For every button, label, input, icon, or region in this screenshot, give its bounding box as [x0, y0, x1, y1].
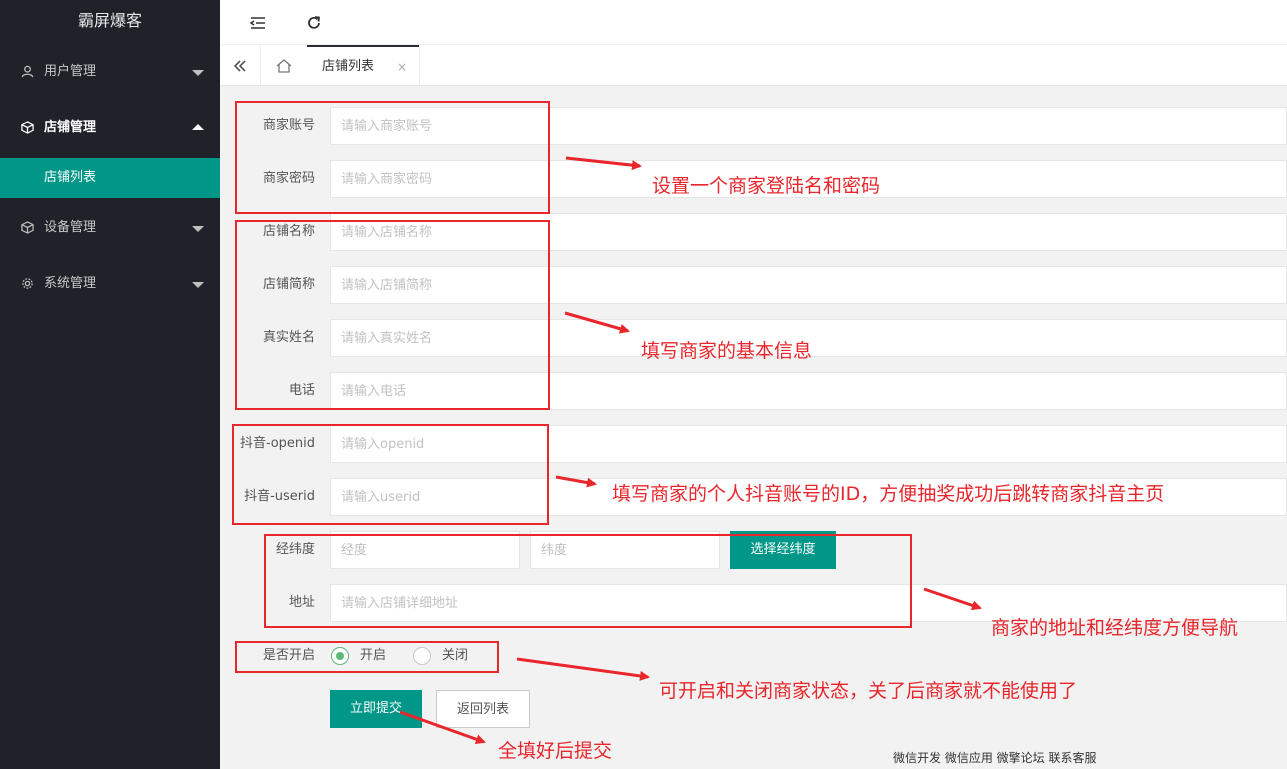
gear-icon: [18, 256, 36, 312]
tab-bar: 店铺列表 ×: [220, 45, 1287, 86]
tab-shop-list[interactable]: 店铺列表 ×: [307, 45, 419, 85]
sidebar-item-label: 用户管理: [44, 64, 97, 79]
submit-button[interactable]: 立即提交: [330, 690, 422, 728]
annotation-box-login: [235, 101, 550, 214]
annotation-address: 商家的地址和经纬度方便导航: [991, 617, 1239, 639]
chevron-up-icon: [192, 124, 204, 130]
chevron-down-icon: [192, 226, 204, 232]
home-icon[interactable]: [261, 45, 307, 85]
annotation-submit: 全填好后提交: [498, 740, 613, 762]
annotation-login: 设置一个商家登陆名和密码: [652, 175, 881, 197]
chevron-down-icon: [192, 70, 204, 76]
sidebar-item-label: 设备管理: [44, 220, 97, 235]
user-icon: [18, 44, 36, 100]
tabs-scroll-left-icon[interactable]: [220, 45, 260, 85]
brand-title: 霸屏爆客: [77, 11, 142, 30]
sidebar-item-system[interactable]: 系统管理: [0, 256, 220, 312]
sidebar-item-label: 系统管理: [44, 276, 97, 291]
chevron-down-icon: [192, 282, 204, 288]
cube-icon: [18, 100, 36, 156]
sidebar-subitem-shop-list[interactable]: 店铺列表: [0, 158, 220, 198]
tab-label: 店铺列表: [322, 59, 375, 74]
annotation-box-address: [264, 534, 912, 628]
top-header: [220, 0, 1287, 45]
sidebar-item-label: 店铺管理: [44, 120, 97, 135]
annotation-box-status: [235, 641, 499, 673]
back-to-list-button[interactable]: 返回列表: [436, 690, 530, 728]
annotation-box-basic-info: [235, 220, 550, 410]
annotation-status: 可开启和关闭商家状态，关了后商家就不能使用了: [659, 680, 1078, 702]
cube-icon: [18, 200, 36, 256]
footer-links[interactable]: 微信开发 微信应用 微擎论坛 联系客服: [893, 749, 1096, 766]
sidebar: 霸屏爆客 用户管理 店铺管理 店铺列表 设备管理 系统管理: [0, 0, 220, 769]
annotation-basic-info: 填写商家的基本信息: [641, 340, 813, 362]
sidebar-item-users[interactable]: 用户管理: [0, 44, 220, 100]
annotation-douyin: 填写商家的个人抖音账号的ID，方便抽奖成功后跳转商家抖音主页: [612, 483, 1165, 505]
sidebar-item-shops[interactable]: 店铺管理: [0, 100, 220, 156]
refresh-icon[interactable]: [302, 10, 326, 34]
close-icon[interactable]: ×: [397, 47, 407, 87]
tab-separator: [419, 45, 420, 85]
menu-fold-icon[interactable]: [246, 10, 270, 34]
sidebar-item-devices[interactable]: 设备管理: [0, 200, 220, 256]
annotation-box-douyin: [232, 424, 549, 525]
